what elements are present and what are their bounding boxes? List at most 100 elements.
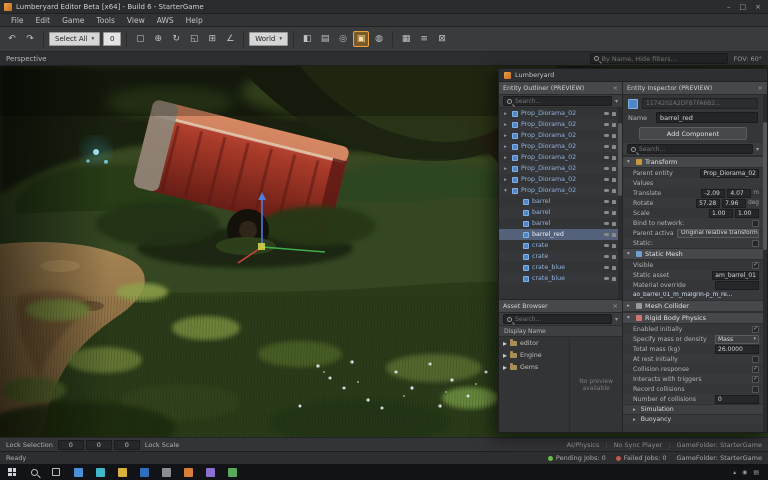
coordinate-field[interactable]: 0 [85,439,112,450]
entity-row[interactable]: ▸ Prop_Diorama_02 [499,108,622,119]
outliner-scrollbar[interactable] [618,108,622,299]
dropdown[interactable]: Mass ▾ [715,334,759,344]
checkbox[interactable] [752,355,759,363]
lock-scale-label[interactable]: Lock Scale [145,441,179,449]
menu-item[interactable]: File [5,15,30,26]
add-component-button[interactable]: Add Component [639,127,747,140]
filter-icon[interactable]: ▾ [615,316,618,323]
undo-icon[interactable]: ↶ [4,31,20,47]
close-icon[interactable]: × [613,302,618,310]
entity-row[interactable]: ▸ Prop_Diorama_02 [499,152,622,163]
expand-caret[interactable]: ▸ [503,339,507,348]
taskbar-app-icon-2[interactable] [90,464,110,480]
checkbox[interactable]: ✓ [752,261,759,269]
value-field[interactable]: 7.96 [722,198,747,208]
lock-toggle-icon[interactable] [612,221,616,226]
snap-angle-icon[interactable]: ∠ [222,31,238,47]
visibility-toggle-icon[interactable] [604,233,609,236]
lock-toggle-icon[interactable] [612,254,616,259]
entity-row[interactable]: ▸ Prop_Diorama_02 [499,130,622,141]
outliner-search-input[interactable] [515,97,608,105]
checkbox[interactable]: ✓ [752,365,759,373]
entity-outliner-header[interactable]: Entity Outliner (PREVIEW) × [499,82,622,95]
visibility-toggle-icon[interactable] [604,167,609,170]
taskbar-app-icon-5[interactable] [156,464,176,480]
value-field[interactable]: Prop_Diorama_02 [700,168,759,178]
asset-folder-row[interactable]: ▸ Engine [499,349,569,361]
coordinate-field[interactable]: 0 [57,439,84,450]
viewport-label[interactable]: Perspective [6,55,47,63]
value-field[interactable]: 0 [715,394,759,404]
close-icon[interactable]: × [613,84,618,92]
expand-caret[interactable]: ▸ [502,133,509,139]
lock-toggle-icon[interactable] [612,177,616,182]
grid-icon[interactable]: ▦ [398,31,414,47]
viewport-search-input[interactable] [601,54,724,63]
entity-row[interactable]: ▸ Prop_Diorama_02 [499,141,622,152]
entity-name-field[interactable]: barrel_red [656,112,758,123]
lock-toggle-icon[interactable] [612,188,616,193]
expand-caret[interactable]: ▸ [502,111,509,117]
tool-window-titlebar[interactable]: Lumberyard [499,69,767,82]
taskbar-app-icon-3[interactable] [112,464,132,480]
menu-item[interactable]: AWS [151,15,180,26]
value-field[interactable]: am_barrel_01 [712,270,759,280]
filter-icon[interactable]: ▾ [615,98,618,105]
entity-row[interactable]: crate_blue [499,273,622,284]
lock-toggle-icon[interactable] [612,265,616,270]
lock-toggle-icon[interactable] [612,199,616,204]
redo-icon[interactable]: ↷ [22,31,38,47]
scrollbar-thumb[interactable] [618,123,622,196]
menu-item[interactable]: Help [180,15,209,26]
visibility-toggle-icon[interactable] [604,112,609,115]
menu-item[interactable]: Game [56,15,90,26]
close-icon[interactable]: × [758,84,763,92]
menu-item[interactable]: Tools [90,15,120,26]
selection-mask-field[interactable]: 0 [103,32,122,46]
entity-row[interactable]: barrel [499,218,622,229]
start-button[interactable] [2,464,22,480]
asset-column-header[interactable]: Display Name [499,326,622,337]
taskbar-app-icon-7[interactable] [200,464,220,480]
entity-row[interactable]: crate [499,240,622,251]
lock-toggle-icon[interactable] [612,155,616,160]
snap-grid-icon[interactable]: ⊞ [204,31,220,47]
taskbar-app-icon-8[interactable] [222,464,242,480]
property-button[interactable]: Original relative transform [677,228,759,238]
section-header-mesh-collider[interactable]: ▸ Mesh Collider [623,300,763,312]
scale-icon[interactable]: ◱ [186,31,202,47]
visibility-toggle-icon[interactable] [604,255,609,258]
asset-folder-row[interactable]: ▸ Gems [499,361,569,373]
entity-row[interactable]: barrel [499,207,622,218]
visibility-toggle-icon[interactable] [604,211,609,214]
pending-jobs-status[interactable]: Pending Jobs: 0 [547,454,606,462]
section-header-transform[interactable]: ▾ Transform [623,156,763,168]
lock-toggle-icon[interactable] [612,232,616,237]
checkbox[interactable]: ✓ [752,325,759,333]
scrollbar-thumb[interactable] [763,121,767,250]
layers-icon[interactable]: ▤ [317,31,333,47]
checkbox[interactable] [752,385,759,393]
entity-row[interactable]: ▸ Prop_Diorama_02 [499,174,622,185]
subsection-title[interactable]: Buoyancy [641,416,759,423]
entity-inspector-header[interactable]: Entity Inspector (PREVIEW) × [623,82,767,95]
rotate-icon[interactable]: ↻ [168,31,184,47]
section-header-static-mesh[interactable]: ▾ Static Mesh [623,248,763,260]
section-header-rigid-body[interactable]: ▾ Rigid Body Physics [623,312,763,324]
expand-caret[interactable]: ▸ [502,166,509,172]
component-search-input[interactable] [639,145,749,153]
move-icon[interactable]: ⊕ [150,31,166,47]
tray-chevron-icon[interactable]: ▴ [733,469,736,476]
inspector-scrollbar[interactable] [763,95,767,432]
visibility-toggle-icon[interactable] [604,189,609,192]
expand-caret[interactable]: ▾ [502,188,509,194]
lock-toggle-icon[interactable] [612,122,616,127]
filter-icon[interactable]: ▾ [756,146,759,153]
entity-row[interactable]: ▸ Prop_Diorama_02 [499,119,622,130]
asset-search-input[interactable] [515,315,608,323]
tray-network-icon[interactable]: ◉ [742,469,747,476]
window-titlebar[interactable]: Lumberyard Editor Beta [x64] - Build 6 -… [0,0,768,14]
entity-row[interactable]: crate_blue [499,262,622,273]
select-icon[interactable]: ▢ [132,31,148,47]
value-field[interactable]: 57.28 [696,198,721,208]
